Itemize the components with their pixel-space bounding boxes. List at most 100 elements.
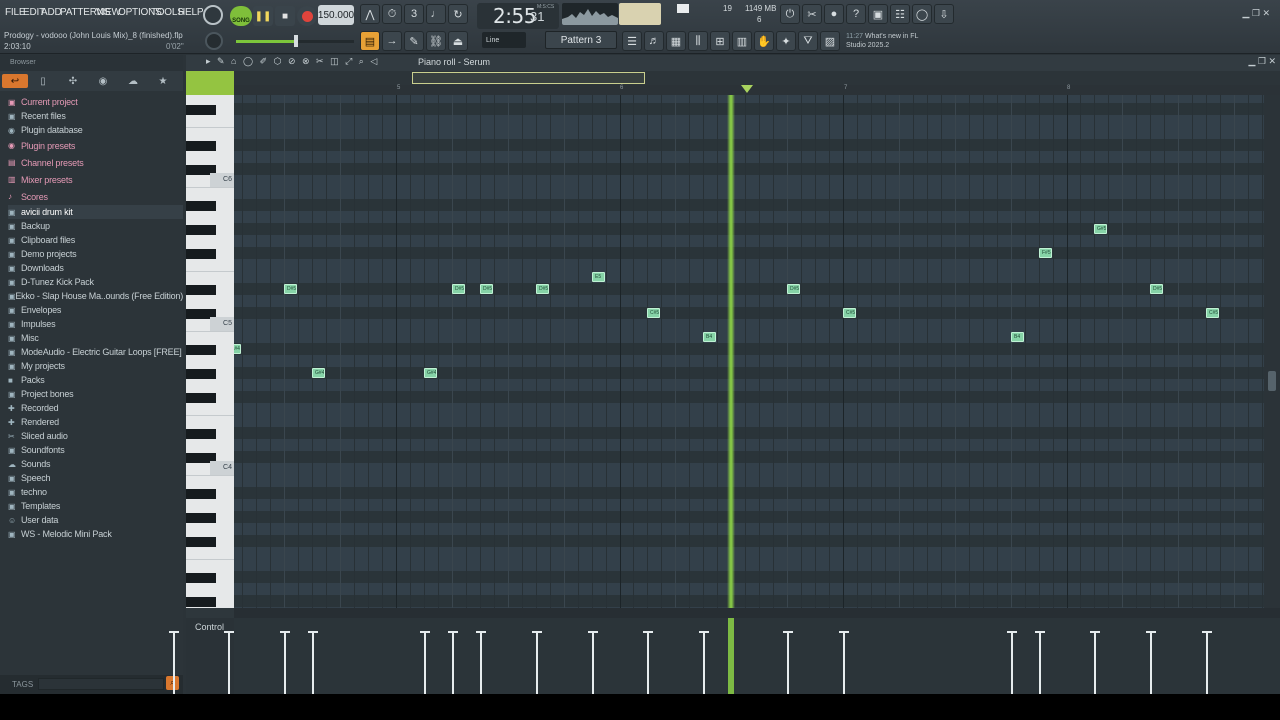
playhead-marker[interactable]	[741, 85, 753, 93]
note[interactable]: D#5	[480, 284, 493, 294]
velocity-bar[interactable]	[1150, 632, 1152, 694]
note[interactable]: G#4	[312, 368, 325, 378]
note[interactable]: C#5	[843, 308, 856, 318]
velocity-handle[interactable]	[839, 631, 849, 633]
overview-selection[interactable]	[412, 72, 645, 84]
news-panel[interactable]: 11:27 What's new in FL Studio 2025.2	[846, 32, 918, 50]
velocity-bar[interactable]	[703, 632, 705, 694]
song-mode-toggle[interactable]: SONG	[230, 6, 252, 26]
velocity-bar[interactable]	[647, 632, 649, 694]
play-button[interactable]: ❚❚	[253, 6, 273, 26]
note[interactable]: D#5	[284, 284, 297, 294]
velocity-handle[interactable]	[224, 631, 234, 633]
piano-roll-button[interactable]: ♬	[644, 31, 664, 51]
black-key[interactable]	[186, 393, 216, 403]
velocity-handle[interactable]	[308, 631, 318, 633]
black-key[interactable]	[186, 249, 216, 259]
window-controls[interactable]: ▁ ❐ ✕	[1242, 8, 1270, 19]
mixer-view-button[interactable]: ⫼	[688, 31, 708, 51]
browser-item[interactable]: ▥ Mixer presets	[8, 171, 183, 188]
velocity-bar[interactable]	[843, 632, 845, 694]
mic-button[interactable]: ●	[824, 4, 844, 24]
velocity-handle[interactable]	[1202, 631, 1212, 633]
black-key[interactable]	[186, 537, 216, 547]
reset-button[interactable]: ⏻	[780, 4, 800, 24]
browser-item[interactable]: ▣ techno	[8, 485, 183, 499]
vertical-scrollbar[interactable]	[1264, 95, 1280, 608]
channel-rack-button[interactable]: ▦	[666, 31, 686, 51]
vertical-scroll-thumb[interactable]	[1268, 371, 1276, 391]
note[interactable]: D#5	[787, 284, 800, 294]
piano-roll-corner[interactable]	[186, 71, 234, 95]
note[interactable]: D#5	[536, 284, 549, 294]
cut-button[interactable]: ✂	[802, 4, 822, 24]
chat-button[interactable]: ◯	[912, 4, 932, 24]
black-key[interactable]	[186, 573, 216, 583]
tags-search-input[interactable]	[38, 678, 164, 690]
velocity-bar[interactable]	[1039, 632, 1041, 694]
master-volume-slider[interactable]	[236, 35, 354, 47]
store-button[interactable]: ▨	[820, 31, 840, 51]
draw-button[interactable]: ✎	[404, 31, 424, 51]
note[interactable]: D#5	[1150, 284, 1163, 294]
volume-handle[interactable]	[294, 35, 298, 47]
browser-item[interactable]: ▣ avicii drum kit	[8, 205, 183, 219]
note[interactable]: F#5	[1039, 248, 1052, 258]
browser-item[interactable]: ▣ Current project	[8, 95, 183, 109]
velocity-bar[interactable]	[1094, 632, 1096, 694]
master-pitch-knob[interactable]	[205, 32, 223, 50]
velocity-bar[interactable]	[228, 632, 230, 694]
menu-help[interactable]: HELP	[178, 7, 204, 18]
mixer-button[interactable]: ☷	[890, 4, 910, 24]
velocity-handle[interactable]	[1090, 631, 1100, 633]
master-volume-knob[interactable]	[203, 5, 223, 25]
pattern-overview[interactable]	[234, 71, 1280, 85]
velocity-bar[interactable]	[480, 632, 482, 694]
velocity-handle[interactable]	[532, 631, 542, 633]
velocity-handle[interactable]	[169, 631, 179, 633]
black-key[interactable]	[186, 597, 216, 607]
note[interactable]: B4	[1011, 332, 1024, 342]
black-key[interactable]	[186, 225, 216, 235]
black-key[interactable]	[186, 429, 216, 439]
velocity-handle[interactable]	[1035, 631, 1045, 633]
oscilloscope[interactable]	[562, 3, 618, 25]
browser-item[interactable]: ▣ Downloads	[8, 261, 183, 275]
stop-button[interactable]: ■	[275, 6, 295, 26]
browser-item[interactable]: ♪ Scores	[8, 188, 183, 205]
browser-item[interactable]: ▣ My projects	[8, 359, 183, 373]
help-button[interactable]: ?	[846, 4, 866, 24]
browser-item[interactable]: ▣ Speech	[8, 471, 183, 485]
wait-input-button[interactable]: ⏱	[382, 4, 402, 24]
black-key[interactable]	[186, 513, 216, 523]
browser-item[interactable]: ✂ Sliced audio	[8, 429, 183, 443]
black-key[interactable]	[186, 345, 216, 355]
browser-item[interactable]: ▣ Templates	[8, 499, 183, 513]
browser-item[interactable]: ▣ D-Tunez Kick Pack	[8, 275, 183, 289]
tab-favorites[interactable]: ★	[150, 74, 176, 88]
tab-cloud[interactable]: ☁	[120, 74, 146, 88]
horizontal-scrollbar[interactable]	[234, 608, 1280, 618]
velocity-handle[interactable]	[1146, 631, 1156, 633]
piano-roll-toolbar[interactable]: ▸ ✎ ⌂ ◯ ✐ ⬡ ⊘ ⊗ ✂ ◫ ⤢ ⌕ ◁	[206, 56, 406, 70]
black-key[interactable]	[186, 285, 216, 295]
browser-item[interactable]: ■ Packs	[8, 373, 183, 387]
link-button[interactable]: ⛓	[426, 31, 446, 51]
browser-item[interactable]: ▣ Recent files	[8, 109, 183, 123]
black-key[interactable]	[186, 105, 216, 115]
note[interactable]: A#4	[234, 344, 241, 354]
tab-plugins[interactable]: ✣	[60, 74, 86, 88]
black-key[interactable]	[186, 141, 216, 151]
menu-add[interactable]: ADD	[41, 7, 62, 18]
download-button[interactable]: ⇩	[934, 4, 954, 24]
tab-all[interactable]: ↩	[2, 74, 28, 88]
playlist-button[interactable]: ☰	[622, 31, 642, 51]
velocity-handle[interactable]	[588, 631, 598, 633]
note[interactable]: C#5	[647, 308, 660, 318]
plugin-picker-button[interactable]: ▥	[732, 31, 752, 51]
browser-item[interactable]: ▣ Project bones	[8, 387, 183, 401]
note[interactable]: C#5	[1206, 308, 1219, 318]
piano-keyboard[interactable]: C6 C5 C4	[186, 95, 234, 608]
velocity-bar[interactable]	[424, 632, 426, 694]
snap-selector[interactable]: Line	[482, 32, 526, 48]
